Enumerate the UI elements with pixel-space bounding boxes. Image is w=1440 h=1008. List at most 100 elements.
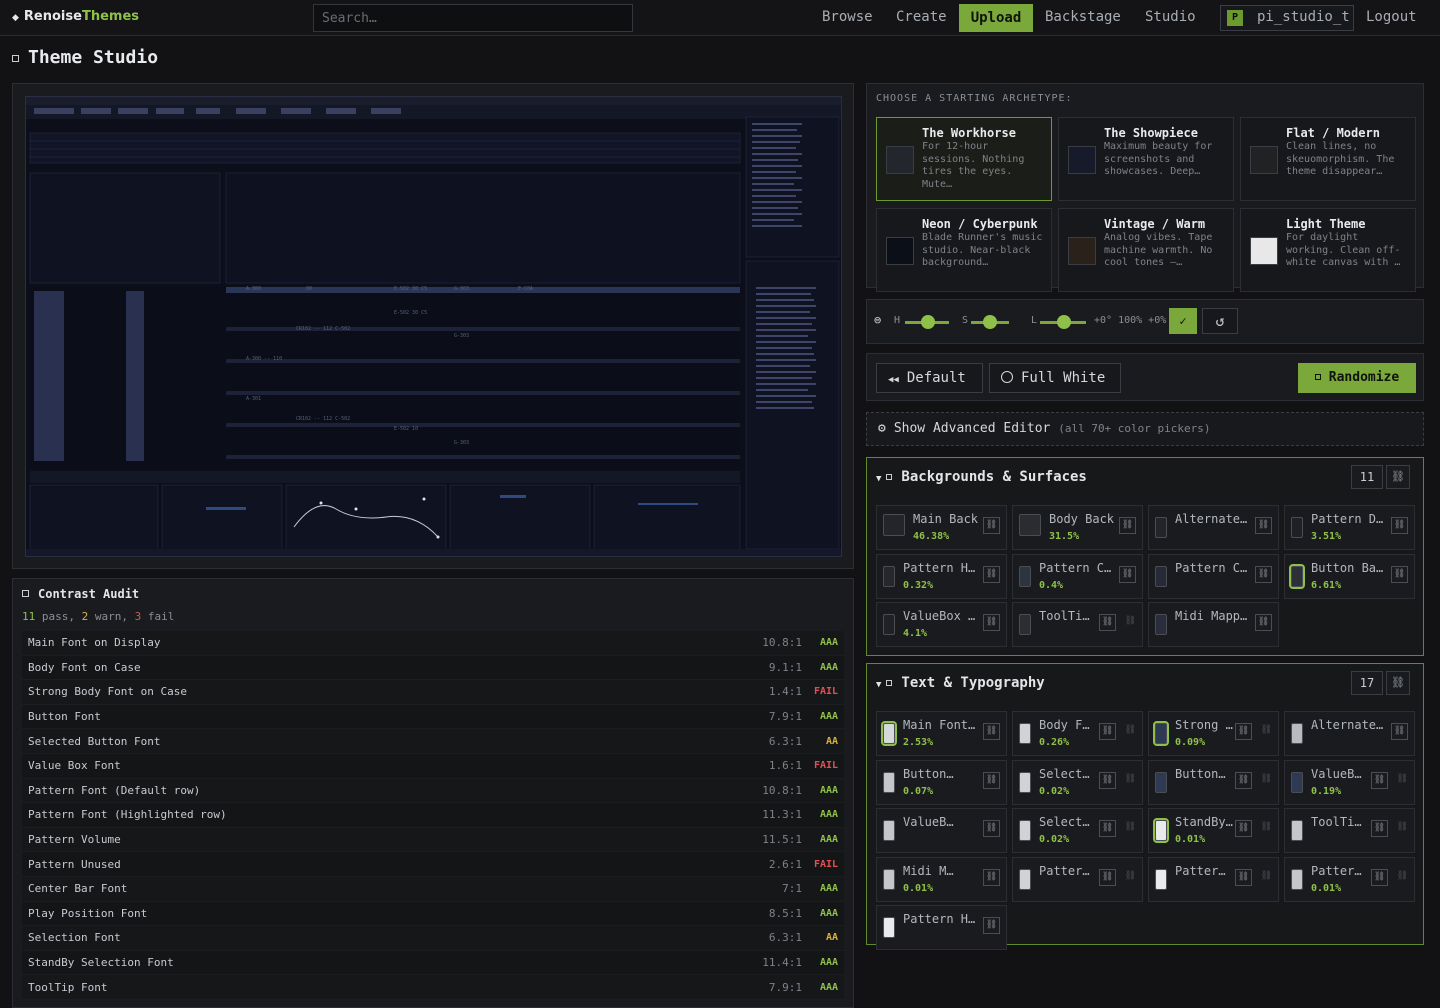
color-swatch[interactable] [1153,721,1169,746]
color-tile[interactable]: ToolTi… ⛓ ⛓ [1012,602,1143,647]
color-swatch[interactable] [883,917,895,938]
randomize-button[interactable]: Randomize [1298,363,1416,393]
color-tile[interactable]: Body F… 0.26% ⛓ ⛓ [1012,711,1143,756]
nav-create[interactable]: Create [896,9,947,25]
brand-logo[interactable]: ◆ RenoiseThemes [12,9,139,24]
color-tile[interactable]: Select… 0.02% ⛓ ⛓ [1012,808,1143,853]
archetype-card[interactable]: Neon / Cyberpunk Blade Runner's music stu… [876,208,1052,292]
advanced-editor-toggle[interactable]: ⚙ Show Advanced Editor (all 70+ color pic… [866,412,1424,446]
color-swatch[interactable] [1291,868,1303,890]
sat-slider[interactable] [983,315,997,329]
link-icon[interactable]: ⛓ [1099,723,1116,740]
color-tile[interactable]: Pattern C… 0.4% ⛓ [1012,553,1143,599]
reset-hsl-button[interactable]: ↺ [1202,308,1238,334]
archetype-card[interactable]: Flat / Modern Clean lines, no skeuomorphi… [1240,117,1416,201]
color-swatch[interactable] [883,614,895,635]
unlink-icon[interactable]: ⛓ [1397,822,1408,832]
color-tile[interactable]: Main Font… 2.53% ⛓ [876,711,1007,756]
link-icon[interactable]: ⛓ [1255,614,1272,631]
color-tile[interactable]: Patter… ⛓ ⛓ [1012,856,1143,902]
color-swatch[interactable] [1155,565,1167,587]
color-swatch[interactable] [1019,868,1031,890]
color-swatch[interactable] [883,820,895,841]
unlink-icon[interactable]: ⛓ [1397,871,1408,881]
color-swatch[interactable] [1291,723,1303,744]
link-icon[interactable]: ⛓ [1099,771,1116,789]
link-icon[interactable]: ⛓ [1235,820,1252,837]
color-tile[interactable]: Midi Mapp… ⛓ [1148,602,1279,647]
color-tile[interactable]: ValueBox … 4.1% ⛓ [876,602,1007,647]
link-icon[interactable]: ⛓ [1119,565,1136,583]
link-icon[interactable]: ⛓ [1099,820,1116,837]
link-icon[interactable]: ⛓ [1235,771,1252,789]
apply-hsl-button[interactable]: ✓ [1169,308,1197,334]
color-tile[interactable]: Midi M… 0.01% ⛓ [876,856,1007,902]
color-tile[interactable]: Strong Bo… 0.09% ⛓ ⛓ [1148,711,1279,756]
link-icon[interactable]: ⛓ [983,614,1000,631]
link-icon[interactable]: ⛓ [983,820,1000,837]
archetype-card[interactable]: The Showpiece Maximum beauty for screensh… [1058,117,1234,201]
color-tile[interactable]: Body Back 31.5% ⛓ [1012,505,1143,550]
link-icon[interactable]: ⛓ [1099,868,1116,886]
color-swatch[interactable] [883,565,895,587]
light-slider[interactable] [1057,315,1071,329]
color-tile[interactable]: Patter… 0.01% ⛓ ⛓ [1284,856,1415,902]
color-swatch[interactable] [1019,514,1041,536]
color-swatch[interactable] [1155,614,1167,635]
unlink-icon[interactable]: ⛓ [1125,725,1136,735]
link-icon[interactable]: ⛓ [1391,565,1408,583]
link-icon[interactable]: ⛓ [1235,723,1252,740]
color-tile[interactable]: Button… 0.07% ⛓ [876,759,1007,805]
link-icon[interactable]: ⛓ [1371,868,1388,886]
link-icon[interactable]: ⛓ [983,917,1000,934]
color-swatch[interactable] [1155,868,1167,890]
link-icon[interactable]: ⛓ [1371,771,1388,789]
nav-upload[interactable]: Upload [959,4,1033,32]
link-icon[interactable]: ⛓ [983,723,1000,740]
color-swatch[interactable] [1289,563,1305,589]
color-swatch[interactable] [1153,818,1169,843]
link-icon[interactable]: ⛓ [1235,868,1252,886]
link-icon[interactable]: ⛓ [1119,517,1136,534]
color-swatch[interactable] [1019,820,1031,841]
archetype-card[interactable]: Light Theme For daylight working. Clean o… [1240,208,1416,292]
typography-section-header[interactable]: ▼ Text & Typography [876,675,1045,691]
link-icon[interactable]: ⛓ [983,771,1000,789]
archetype-card[interactable]: The Workhorse For 12-hour sessions. Nothi… [876,117,1052,201]
search-input[interactable]: Search… [313,4,633,32]
color-swatch[interactable] [881,721,897,746]
color-tile[interactable]: Pattern H… ⛓ [876,905,1007,950]
color-swatch[interactable] [1291,771,1303,793]
color-swatch[interactable] [1291,820,1303,841]
color-tile[interactable]: Pattern C… ⛓ [1148,553,1279,599]
color-swatch[interactable] [883,868,895,890]
archetype-card[interactable]: Vintage / Warm Analog vibes. Tape machine… [1058,208,1234,292]
unlink-icon[interactable]: ⛓ [1397,774,1408,784]
backgrounds-section-header[interactable]: ▼ Backgrounds & Surfaces [876,469,1087,485]
unlink-icon[interactable]: ⛓ [1125,616,1136,626]
color-tile[interactable]: Alternate… ⛓ [1284,711,1415,756]
color-swatch[interactable] [1155,517,1167,538]
unlink-icon[interactable]: ⛓ [1261,822,1272,832]
color-tile[interactable]: Select… 0.02% ⛓ ⛓ [1012,759,1143,805]
link-icon[interactable]: ⛓ [1099,614,1116,631]
link-icon[interactable]: ⛓ [1371,820,1388,837]
unlink-icon[interactable]: ⛓ [1261,725,1272,735]
nav-studio[interactable]: Studio [1145,9,1196,25]
link-icon[interactable]: ⛓ [1255,565,1272,583]
color-tile[interactable]: Main Back 46.38% ⛓ [876,505,1007,550]
color-tile[interactable]: StandBy S… 0.01% ⛓ ⛓ [1148,808,1279,853]
color-tile[interactable]: Patter… ⛓ ⛓ [1148,856,1279,902]
color-tile[interactable]: Button Ba… 6.61% ⛓ [1284,553,1415,599]
color-swatch[interactable] [1019,723,1031,744]
link-icon[interactable]: ⛓ [983,565,1000,583]
user-menu[interactable]: Ppi_studio_t [1220,5,1354,31]
color-tile[interactable]: Pattern H… 0.32% ⛓ [876,553,1007,599]
unlink-icon[interactable]: ⛓ [1261,774,1272,784]
link-icon[interactable]: ⛓ [1255,517,1272,534]
color-swatch[interactable] [1155,771,1167,793]
link-icon[interactable]: ⛓ [983,517,1000,534]
unlink-icon[interactable]: ⛓ [1125,774,1136,784]
unlink-icon[interactable]: ⛓ [1261,871,1272,881]
link-icon[interactable]: ⛓ [1391,517,1408,534]
